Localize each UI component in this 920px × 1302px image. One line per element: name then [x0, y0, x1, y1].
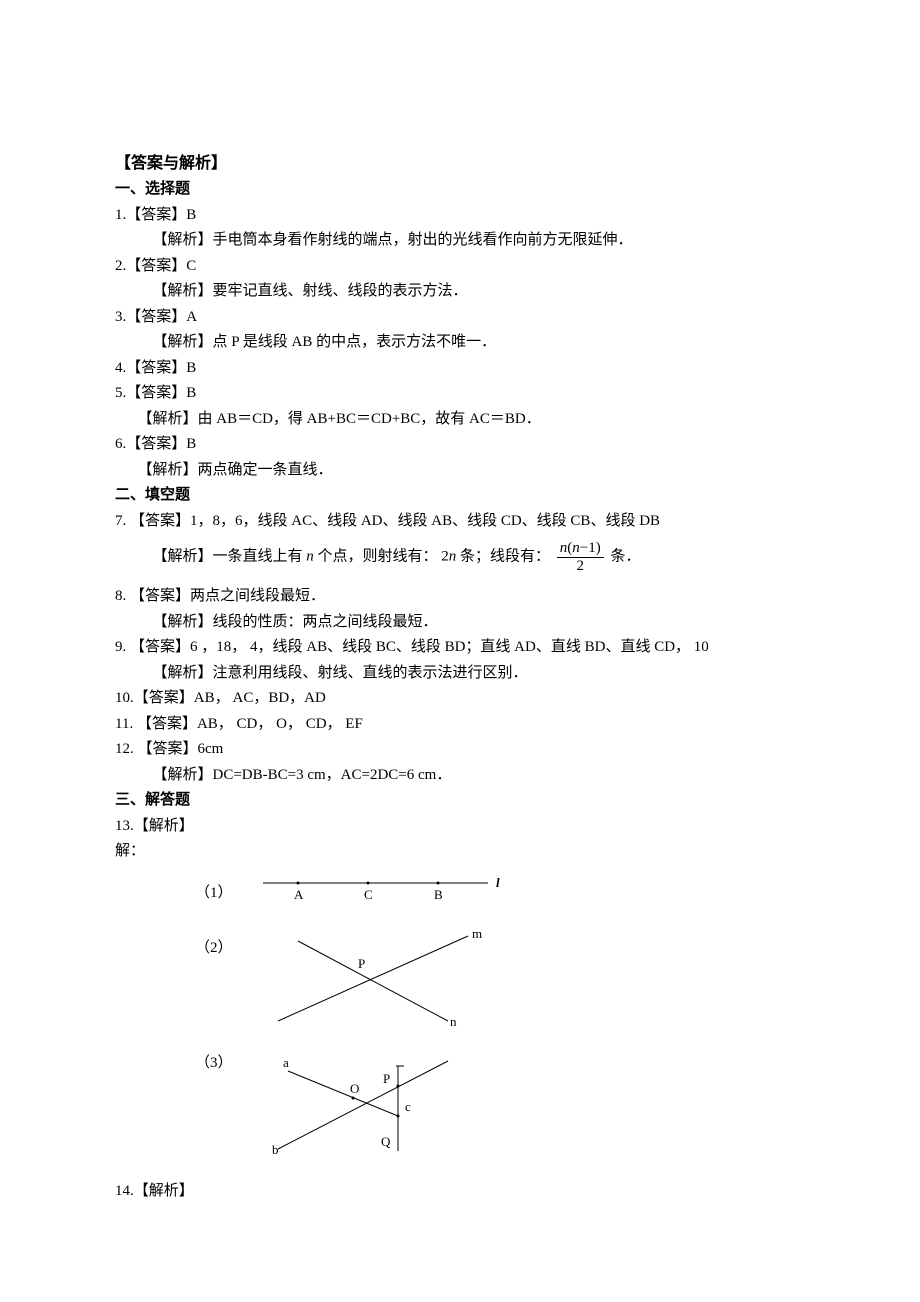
diagram-row-3: （3） a b O P c Q — [195, 1041, 805, 1161]
main-title: 【答案与解析】 — [115, 150, 805, 177]
answer-item: 2.【答案】C 【解析】要牢记直线、射线、线段的表示方法． — [115, 254, 805, 305]
analysis-text: 条． — [611, 549, 641, 565]
diagram-point-label: P — [383, 1071, 390, 1086]
analysis-line: 【解析】两点确定一条直线． — [115, 458, 805, 484]
diagram-line-label: b — [272, 1142, 279, 1157]
diagram-point-label: P — [358, 956, 365, 971]
math-fraction: n(n−1) 2 — [557, 540, 604, 574]
diagram-1-svg: A C B l — [258, 871, 518, 916]
section-3-title: 三、解答题 — [115, 788, 805, 814]
section-1-title: 一、选择题 — [115, 177, 805, 203]
diagram-label: （2） — [195, 936, 233, 962]
analysis-line: 【解析】要牢记直线、射线、线段的表示方法． — [115, 279, 805, 305]
answer-line: 4.【答案】B — [115, 356, 805, 382]
answer-item: 4.【答案】B — [115, 356, 805, 382]
diagram-2-svg: P m n — [258, 926, 498, 1031]
analysis-text: 条；线段有： — [460, 549, 550, 565]
analysis-heading: 14.【解析】 — [115, 1179, 805, 1205]
answer-item: 11. 【答案】AB， CD， O， CD， EF — [115, 712, 805, 738]
analysis-line: 【解析】线段的性质：两点之间线段最短． — [115, 610, 805, 636]
answer-item: 9. 【答案】6 ，18， 4，线段 AB、线段 BC、线段 BD；直线 AD、… — [115, 635, 805, 686]
answer-line: 1.【答案】B — [115, 203, 805, 229]
diagram-3-svg: a b O P c Q — [258, 1041, 488, 1161]
analysis-line: 【解析】手电筒本身看作射线的端点，射出的光线看作向前方无限延伸． — [115, 228, 805, 254]
analysis-text: 【解析】一条直线上有 — [153, 549, 303, 565]
solution-label: 解： — [115, 839, 805, 865]
answer-item: 10.【答案】AB， AC，BD，AD — [115, 686, 805, 712]
answer-item: 8. 【答案】两点之间线段最短． 【解析】线段的性质：两点之间线段最短． — [115, 584, 805, 635]
diagram-label: （1） — [195, 881, 233, 907]
fraction-numerator: n(n−1) — [557, 540, 604, 558]
answer-item: 3.【答案】A 【解析】点 P 是线段 AB 的中点，表示方法不唯一． — [115, 305, 805, 356]
analysis-line: 【解析】DC=DB-BC=3 cm，AC=2DC=6 cm． — [115, 763, 805, 789]
analysis-text: 个点，则射线有： — [318, 549, 438, 565]
analysis-line: 【解析】一条直线上有 n 个点，则射线有： 2n 条；线段有： n(n−1) 2… — [115, 540, 805, 574]
answer-line: 7. 【答案】1，8，6，线段 AC、线段 AD、线段 AB、线段 CD、线段 … — [115, 509, 805, 535]
diagram-line-label: l — [496, 875, 500, 890]
answer-item: 12. 【答案】6cm 【解析】DC=DB-BC=3 cm，AC=2DC=6 c… — [115, 737, 805, 788]
math-var: 2n — [441, 549, 456, 565]
diagram-area: （1） A C B l （2） P m n （3） — [195, 871, 805, 1161]
diagram-point-label: A — [294, 887, 304, 902]
section-2-title: 二、填空题 — [115, 483, 805, 509]
diagram-row-1: （1） A C B l — [195, 871, 805, 916]
diagram-label: （3） — [195, 1051, 233, 1077]
answer-item: 13.【解析】 — [115, 814, 805, 840]
math-var: n — [306, 549, 314, 565]
answer-line: 5.【答案】B — [115, 381, 805, 407]
page-container: 【答案与解析】 一、选择题 1.【答案】B 【解析】手电筒本身看作射线的端点，射… — [0, 0, 920, 1302]
analysis-line: 【解析】由 AB＝CD，得 AB+BC＝CD+BC，故有 AC＝BD． — [115, 407, 805, 433]
answer-line: 8. 【答案】两点之间线段最短． — [115, 584, 805, 610]
answer-item: 7. 【答案】1，8，6，线段 AC、线段 AD、线段 AB、线段 CD、线段 … — [115, 509, 805, 575]
answer-item: 6.【答案】B 【解析】两点确定一条直线． — [115, 432, 805, 483]
diagram-line-label: a — [283, 1055, 289, 1070]
answer-line: 12. 【答案】6cm — [115, 737, 805, 763]
diagram-point-label: Q — [381, 1134, 391, 1149]
diagram-point-label: C — [364, 887, 373, 902]
diagram-point-label: O — [350, 1081, 359, 1096]
diagram-line-label: c — [405, 1099, 411, 1114]
diagram-point-label: B — [434, 887, 443, 902]
answer-item: 14.【解析】 — [115, 1179, 805, 1205]
answer-item: 5.【答案】B 【解析】由 AB＝CD，得 AB+BC＝CD+BC，故有 AC＝… — [115, 381, 805, 432]
answer-line: 10.【答案】AB， AC，BD，AD — [115, 686, 805, 712]
answer-line: 6.【答案】B — [115, 432, 805, 458]
analysis-line: 【解析】点 P 是线段 AB 的中点，表示方法不唯一． — [115, 330, 805, 356]
analysis-line: 【解析】注意利用线段、射线、直线的表示法进行区别． — [115, 661, 805, 687]
answer-line: 2.【答案】C — [115, 254, 805, 280]
answer-line: 11. 【答案】AB， CD， O， CD， EF — [115, 712, 805, 738]
answer-item: 1.【答案】B 【解析】手电筒本身看作射线的端点，射出的光线看作向前方无限延伸． — [115, 203, 805, 254]
diagram-row-2: （2） P m n — [195, 926, 805, 1031]
answer-line: 3.【答案】A — [115, 305, 805, 331]
analysis-heading: 13.【解析】 — [115, 814, 805, 840]
answer-line: 9. 【答案】6 ，18， 4，线段 AB、线段 BC、线段 BD；直线 AD、… — [115, 635, 805, 661]
diagram-line-label: n — [450, 1014, 457, 1029]
diagram-line-label: m — [472, 926, 482, 941]
fraction-denominator: 2 — [557, 558, 604, 575]
